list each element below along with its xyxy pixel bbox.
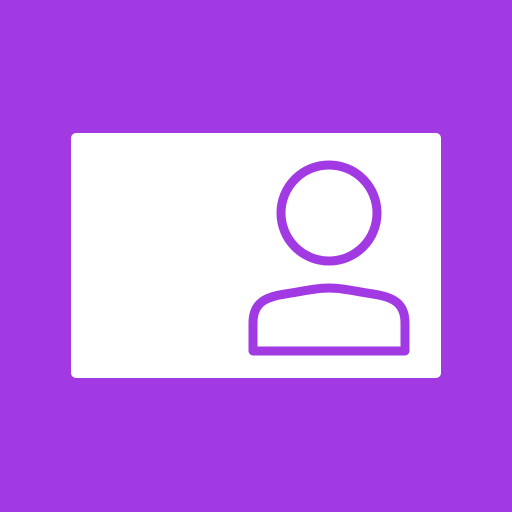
avatar-head <box>276 160 382 266</box>
app-icon-background <box>0 0 512 512</box>
id-card-icon <box>71 133 441 378</box>
avatar-body <box>248 283 410 356</box>
user-avatar-icon <box>248 160 410 356</box>
